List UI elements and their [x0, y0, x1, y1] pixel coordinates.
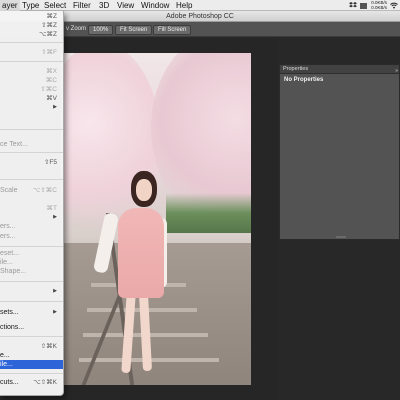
panel-resize-grip[interactable] [336, 236, 346, 238]
shortcut: ⇧⌘C [40, 86, 57, 93]
zoom-label: v Zoom [66, 26, 87, 32]
shortcut: ⌥⇧⌘K [33, 379, 57, 386]
subject-dress [118, 208, 164, 298]
shortcut: ⇧⌘F [41, 49, 57, 56]
menu-separator [0, 152, 63, 153]
menu-separator [0, 179, 63, 180]
menu-item-auto-blend-layers[interactable]: ers... [0, 232, 63, 241]
edit-menu-dropdown: ⌘Z ⇧⌘Z ⌥⌘Z ⇧⌘F ⌘X ⌘C ⇧⌘C ⌘V ▶ ce Text...… [0, 11, 64, 396]
shortcut: ⌥⌘Z [39, 31, 57, 38]
shortcut: ⌘C [45, 77, 57, 84]
document-image[interactable] [61, 53, 251, 385]
fill-screen-button[interactable]: Fill Screen [153, 25, 192, 35]
menu-filter[interactable]: Filter [71, 0, 93, 11]
submenu-arrow-icon: ▶ [53, 309, 57, 315]
dropbox-icon[interactable] [349, 2, 358, 9]
menu-item-remote-connections[interactable]: ctions... [0, 323, 63, 332]
menu-item-purge[interactable]: ▶ [0, 287, 63, 296]
properties-tab[interactable]: Properties » [280, 65, 399, 74]
menu-window[interactable]: Window [139, 0, 171, 11]
menu-item-paste[interactable]: ⌘V [0, 94, 63, 103]
menu-item-define-pattern[interactable]: ile... [0, 258, 63, 267]
menu-item-transform[interactable]: ▶ [0, 213, 63, 222]
menu-separator [0, 336, 63, 337]
menu-item-color-settings[interactable]: ⇧⌘K [0, 342, 63, 351]
greenery [166, 193, 251, 233]
menu-label: cuts... [0, 379, 19, 386]
menu-view[interactable]: View [115, 0, 136, 11]
status-area: 0.0KB/s 0.0KB/s [349, 0, 398, 11]
menu-item-fill[interactable]: ⇧F5 [0, 158, 63, 167]
menu-item-search-replace-text[interactable]: ce Text... [0, 140, 63, 149]
menu-label: ce Text... [0, 141, 28, 148]
submenu-arrow-icon: ▶ [53, 214, 57, 220]
menu-label: ile... [0, 259, 13, 266]
net-down-speed: 0.0KB/s [371, 4, 387, 10]
menu-item-free-transform[interactable]: ⌘T [0, 204, 63, 213]
properties-panel: Properties » No Properties [279, 64, 400, 240]
menu-label: e... [0, 352, 10, 359]
menu-label: eset... [0, 250, 20, 257]
menu-item-content-aware-scale[interactable]: Scale ⌥⇧⌘C [0, 186, 63, 195]
zoom-100-button[interactable]: 100% [88, 25, 114, 35]
shortcut: ⇧⌘K [40, 343, 57, 350]
menu-help[interactable]: Help [174, 0, 194, 11]
menu-label: Scale [0, 187, 18, 194]
menu-item-step-forward[interactable]: ⇧⌘Z [0, 21, 63, 30]
shortcut: ⇧⌘Z [41, 22, 57, 29]
menu-label: ers... [0, 233, 16, 240]
menu-item-presets[interactable]: sets... ▶ [0, 308, 63, 317]
menu-item-keyboard-shortcuts[interactable]: cuts... ⌥⇧⌘K [0, 378, 63, 387]
submenu-arrow-icon: ▶ [53, 104, 57, 110]
menu-separator [0, 301, 63, 302]
menu-item-auto-align-layers[interactable]: ers... [0, 222, 63, 231]
wifi-icon[interactable] [390, 2, 398, 9]
properties-content: No Properties [284, 77, 324, 83]
menu-item-assign-profile[interactable]: e... [0, 351, 63, 360]
subject-face [136, 179, 152, 201]
menu-bar: ayer Type Select Filter 3D View Window H… [0, 0, 400, 11]
menu-item-paste-special[interactable]: ▶ [0, 103, 63, 112]
menu-separator [0, 42, 63, 43]
menu-separator [0, 281, 63, 282]
properties-title: Properties [283, 66, 309, 72]
menu-item-undo[interactable]: ⌘Z [0, 12, 63, 21]
monitor-icon[interactable] [360, 2, 368, 9]
menu-separator [0, 373, 63, 374]
submenu-arrow-icon: ▶ [53, 288, 57, 294]
window-title: Adobe Photoshop CC [166, 13, 234, 20]
menu-label: sets... [0, 309, 19, 316]
shortcut: ⌘T [46, 205, 57, 212]
menu-separator [0, 61, 63, 62]
fit-screen-button[interactable]: Fit Screen [115, 25, 153, 35]
menu-label: Shape... [0, 268, 27, 275]
shortcut: ⌥⇧⌘C [32, 187, 57, 194]
menu-item-define-custom-shape[interactable]: Shape... [0, 267, 63, 276]
menu-separator [0, 246, 63, 247]
shortcut: ⇧F5 [43, 159, 57, 166]
menu-label: ile... [0, 361, 13, 368]
menu-item-define-brush-preset[interactable]: eset... [0, 249, 63, 258]
menu-label: ers... [0, 223, 16, 230]
shortcut: ⌘X [46, 68, 57, 75]
menu-item-cut[interactable]: ⌘X [0, 67, 63, 76]
menu-layer[interactable]: ayer [0, 0, 20, 11]
menu-3d[interactable]: 3D [97, 0, 111, 11]
menu-item-convert-to-profile[interactable]: ile... [0, 360, 63, 369]
network-speed[interactable]: 0.0KB/s 0.0KB/s [371, 0, 387, 10]
menu-item-fade[interactable]: ⇧⌘F [0, 48, 63, 57]
panel-collapse-icon[interactable]: » [395, 67, 398, 76]
menu-item-step-backward[interactable]: ⌥⌘Z [0, 30, 63, 39]
menu-item-copy-merged[interactable]: ⇧⌘C [0, 85, 63, 94]
shortcut: ⌘Z [46, 13, 57, 20]
shortcut: ⌘V [46, 95, 57, 102]
menu-item-copy[interactable]: ⌘C [0, 76, 63, 85]
menu-label: ctions... [0, 324, 25, 331]
menu-select[interactable]: Select [42, 0, 68, 11]
menu-type[interactable]: Type [20, 0, 41, 11]
menu-separator [0, 129, 63, 130]
